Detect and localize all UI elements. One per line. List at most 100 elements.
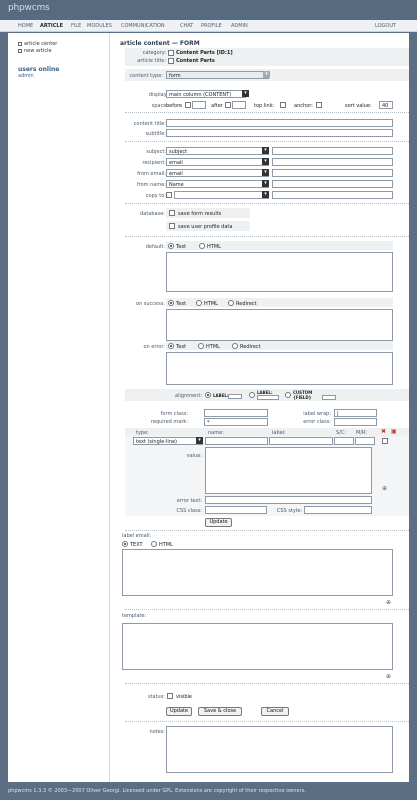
on-success-text-label: Text	[176, 301, 187, 307]
content-type-select[interactable]: form	[166, 71, 269, 79]
from-name-input[interactable]	[272, 180, 393, 188]
copy-to-select[interactable]	[174, 191, 269, 199]
template-label: template:	[122, 613, 147, 619]
field-css-style-input[interactable]	[304, 506, 372, 514]
alignment-opt1-radio[interactable]	[205, 392, 211, 398]
on-error-text-radio[interactable]	[168, 343, 174, 349]
field-css-class-input[interactable]	[205, 506, 267, 514]
resize-icon[interactable]: ⊕	[382, 485, 387, 492]
form-class-label: form class:	[160, 411, 188, 417]
label-email-text-radio[interactable]	[122, 541, 128, 547]
divider	[125, 721, 409, 722]
from-email-select[interactable]: email	[166, 169, 269, 177]
copy-to-input[interactable]	[272, 191, 393, 199]
form-class-input[interactable]	[204, 409, 268, 417]
nav-admin[interactable]: ADMIN	[231, 23, 248, 29]
visible-checkbox[interactable]	[167, 693, 173, 699]
space-after-icon	[225, 102, 231, 108]
alignment-opt3-label: CUSTOM {FIELD}	[293, 390, 313, 400]
field-label-input[interactable]	[269, 437, 333, 445]
on-error-text-label: Text	[176, 344, 187, 350]
label-email-textarea[interactable]	[122, 549, 393, 596]
subject-select[interactable]: subject	[166, 147, 269, 155]
content-title-input[interactable]	[166, 119, 393, 127]
online-user[interactable]: admin	[18, 73, 34, 79]
chevron-down-icon: ▾	[242, 90, 249, 97]
space-after-label: after	[211, 103, 223, 109]
space-before-icon	[185, 102, 191, 108]
copy-to-checkbox[interactable]	[166, 192, 172, 198]
field-type-select[interactable]: text (single-line)	[133, 437, 203, 445]
cancel-button[interactable]: Cancel	[261, 707, 289, 716]
default-html-radio[interactable]	[199, 243, 205, 249]
on-error-textarea[interactable]	[166, 352, 393, 385]
category-icon	[168, 50, 174, 56]
save-results-checkbox[interactable]	[169, 210, 175, 216]
from-name-select[interactable]: Name	[166, 180, 269, 188]
nav-file[interactable]: FILE	[71, 23, 81, 29]
on-success-redirect-radio[interactable]	[228, 300, 234, 306]
field-select-checkbox[interactable]	[382, 438, 388, 444]
error-class-input[interactable]	[334, 418, 377, 426]
label-wrap-input[interactable]: |	[334, 409, 377, 417]
status-label: status:	[147, 694, 165, 700]
nav-logout[interactable]: LOGOUT	[375, 23, 396, 29]
sort-value-input[interactable]: 40	[379, 101, 393, 109]
nav-home[interactable]: HOME	[18, 23, 33, 29]
default-textarea[interactable]	[166, 252, 393, 292]
resize-icon[interactable]: ⊕	[386, 673, 391, 680]
delete-icon[interactable]: ✖	[381, 428, 386, 435]
chevron-down-icon: ▾	[263, 71, 270, 78]
space-before-input[interactable]	[192, 101, 206, 109]
from-email-input[interactable]	[272, 169, 393, 177]
on-success-text-radio[interactable]	[168, 300, 174, 306]
subtitle-input[interactable]	[166, 129, 393, 137]
on-success-html-radio[interactable]	[196, 300, 202, 306]
chevron-down-icon: ▾	[262, 158, 269, 165]
field-name-input[interactable]	[205, 437, 268, 445]
label-email-html-radio[interactable]	[151, 541, 157, 547]
display-select[interactable]: main column (CONTENT)	[166, 90, 246, 98]
main-nav: HOME ARTICLE FILE MODULES COMMUNICATION …	[0, 20, 417, 32]
sidebar-item-new-article[interactable]: new article	[18, 48, 52, 54]
on-error-redirect-radio[interactable]	[232, 343, 238, 349]
label-email-html-label: HTML	[159, 542, 173, 548]
field-value-textarea[interactable]	[205, 447, 372, 494]
alignment-opt3-radio[interactable]	[285, 392, 291, 398]
recipient-input[interactable]	[272, 158, 393, 166]
nav-profile[interactable]: PROFILE	[201, 23, 222, 29]
anchor-checkbox[interactable]	[316, 102, 322, 108]
field-error-text-label: error text:	[176, 498, 202, 504]
update-button[interactable]: Update	[166, 707, 192, 716]
save-close-button[interactable]: Save & close	[198, 707, 242, 716]
field-sc-input[interactable]	[334, 437, 354, 445]
resize-icon[interactable]: ⊕	[386, 599, 391, 606]
field-mr-input[interactable]	[355, 437, 375, 445]
field-update-button[interactable]: Update	[205, 518, 232, 527]
required-mark-input[interactable]: *	[204, 418, 268, 426]
subject-label: subject:	[146, 149, 166, 155]
recipient-select[interactable]: email	[166, 158, 269, 166]
database-label: database:	[140, 211, 165, 217]
save-profile-checkbox[interactable]	[169, 223, 175, 229]
alignment-opt2-radio[interactable]	[249, 392, 255, 398]
default-text-radio[interactable]	[168, 243, 174, 249]
top-link-checkbox[interactable]	[280, 102, 286, 108]
trash-icon[interactable]: ▣	[391, 428, 397, 435]
on-success-textarea[interactable]	[166, 309, 393, 341]
nav-modules[interactable]: MODULES	[87, 23, 112, 29]
notes-textarea[interactable]	[166, 726, 393, 773]
field-error-text-input[interactable]	[205, 496, 372, 504]
on-error-html-radio[interactable]	[198, 343, 204, 349]
content-title-label: content title:	[133, 121, 166, 127]
subject-input[interactable]	[272, 147, 393, 155]
nav-communication[interactable]: COMMUNICATION	[121, 23, 165, 29]
save-results-label: save form results	[178, 211, 222, 217]
field-value-label: value:	[186, 453, 202, 459]
space-after-input[interactable]	[232, 101, 246, 109]
template-textarea[interactable]	[122, 623, 393, 670]
nav-chat[interactable]: CHAT	[180, 23, 193, 29]
anchor-label: anchor:	[294, 103, 313, 109]
sidebar-item-article-center[interactable]: article center	[18, 41, 57, 47]
nav-article[interactable]: ARTICLE	[40, 23, 63, 29]
